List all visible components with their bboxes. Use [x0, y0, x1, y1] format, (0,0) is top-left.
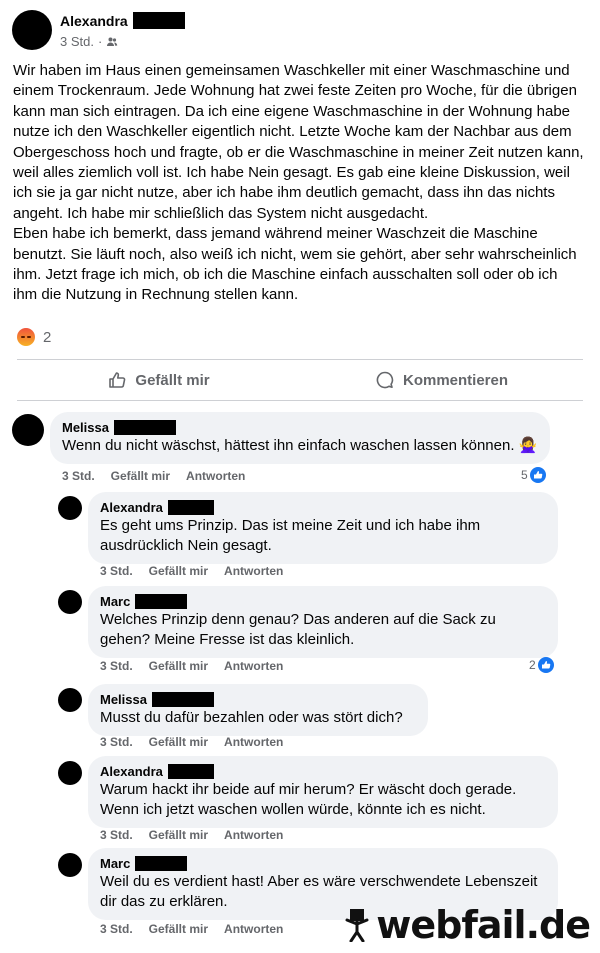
post-author-name[interactable]: Alexandra — [60, 13, 128, 29]
post-meta: 3 Std. · — [60, 34, 118, 49]
comment-like-button[interactable]: Gefällt mir — [149, 922, 208, 936]
comment-like-button[interactable]: Gefällt mir — [149, 735, 208, 749]
comment-bubble: Alexandra Warum hackt ihr beide auf mir … — [88, 756, 558, 828]
comment-actions: 3 Std. Gefällt mir Antworten — [100, 735, 283, 749]
comment-author-name[interactable]: Melissa — [100, 692, 147, 707]
redacted-surname — [135, 594, 188, 610]
comment-author-name[interactable]: Alexandra — [100, 764, 163, 779]
redacted-surname — [151, 692, 214, 708]
redacted-surname — [167, 500, 214, 516]
avatar[interactable] — [58, 688, 82, 712]
watermark: webfail.de — [342, 903, 591, 947]
comment-like-button[interactable]: Gefällt mir — [111, 469, 170, 483]
comment-like-button[interactable]: Gefällt mir — [149, 659, 208, 673]
like-count: 5 — [521, 468, 528, 482]
like-button[interactable]: Gefällt mir — [17, 360, 300, 400]
like-button-label: Gefällt mir — [135, 371, 210, 389]
angry-reaction-icon — [17, 328, 35, 346]
comment-author[interactable]: Melissa — [100, 692, 416, 708]
like-badge-icon — [529, 467, 546, 483]
post-actions: Gefällt mir Kommentieren — [17, 360, 583, 400]
comment-time[interactable]: 3 Std. — [100, 659, 133, 673]
comment-author[interactable]: Alexandra — [100, 500, 546, 516]
comment-like-button[interactable]: Gefällt mir — [149, 564, 208, 578]
comment-button-label: Kommentieren — [402, 371, 509, 389]
comment-reply-button[interactable]: Antworten — [224, 828, 283, 842]
watermark-text: webfail.de — [376, 903, 591, 947]
avatar[interactable] — [58, 853, 82, 877]
comment-author[interactable]: Alexandra — [100, 764, 546, 780]
avatar[interactable] — [12, 10, 52, 50]
comment-icon — [376, 371, 394, 389]
comment-bubble: Marc Welches Prinzip denn genau? Das and… — [88, 586, 558, 658]
comment-bubble: Melissa Musst du dafür bezahlen oder was… — [88, 684, 428, 736]
comment-author-name[interactable]: Alexandra — [100, 500, 163, 515]
comment-author-name[interactable]: Melissa — [62, 420, 109, 435]
separator: · — [97, 34, 103, 49]
avatar[interactable] — [58, 590, 82, 614]
comment-actions: 3 Std. Gefällt mir Antworten — [100, 564, 283, 578]
post-text: Wir haben im Haus einen gemeinsamen Wasc… — [13, 62, 584, 304]
comment-time[interactable]: 3 Std. — [100, 828, 133, 842]
comment-text: Es geht ums Prinzip. Das ist meine Zeit … — [100, 517, 481, 554]
post-author[interactable]: Alexandra — [60, 12, 185, 30]
comment-author-name[interactable]: Marc — [100, 856, 130, 871]
comment-actions: 3 Std. Gefällt mir Antworten — [100, 922, 283, 936]
comment-text: Musst du dafür bezahlen oder was stört d… — [100, 709, 403, 726]
webfail-mascot-icon — [345, 909, 369, 942]
avatar[interactable] — [12, 414, 44, 446]
comment-reply-button[interactable]: Antworten — [186, 469, 245, 483]
post-header: Alexandra 3 Std. · — [12, 10, 572, 54]
comment-actions: 3 Std. Gefällt mir Antworten — [100, 828, 283, 842]
comment-reply-button[interactable]: Antworten — [224, 735, 283, 749]
redacted-surname — [113, 420, 176, 436]
comment-text: Welches Prinzip denn genau? Das anderen … — [100, 611, 496, 648]
like-count: 2 — [529, 658, 536, 672]
comment-author-name[interactable]: Marc — [100, 594, 130, 609]
comment-reply-button[interactable]: Antworten — [224, 564, 283, 578]
redacted-surname — [132, 12, 185, 30]
comment-like-count[interactable]: 2 — [529, 657, 554, 673]
avatar[interactable] — [58, 496, 82, 520]
comment-reply-button[interactable]: Antworten — [224, 922, 283, 936]
comment-reply-button[interactable]: Antworten — [224, 659, 283, 673]
comment-author[interactable]: Melissa — [62, 420, 538, 436]
comment-time[interactable]: 3 Std. — [100, 564, 133, 578]
friends-icon — [107, 37, 118, 46]
reaction-count: 2 — [43, 328, 52, 346]
comment-author[interactable]: Marc — [100, 856, 546, 872]
like-badge-icon — [537, 657, 554, 673]
comment-button[interactable]: Kommentieren — [300, 360, 583, 400]
comment-time[interactable]: 3 Std. — [100, 922, 133, 936]
avatar[interactable] — [58, 761, 82, 785]
comment-time[interactable]: 3 Std. — [100, 735, 133, 749]
divider — [17, 400, 583, 401]
comment-actions: 3 Std. Gefällt mir Antworten — [100, 659, 283, 673]
reaction-summary[interactable]: 2 — [17, 328, 51, 346]
comment-like-button[interactable]: Gefällt mir — [149, 828, 208, 842]
comment-time[interactable]: 3 Std. — [62, 469, 95, 483]
thumbs-up-icon — [109, 372, 126, 388]
comment-text: Warum hackt ihr beide auf mir herum? Er … — [100, 781, 517, 818]
post-time[interactable]: 3 Std. — [60, 34, 94, 49]
comment-bubble: Melissa Wenn du nicht wäschst, hättest i… — [50, 412, 550, 464]
redacted-surname — [135, 856, 188, 872]
comment-actions: 3 Std. Gefällt mir Antworten — [62, 469, 245, 483]
comment-like-count[interactable]: 5 — [521, 467, 546, 483]
redacted-surname — [167, 764, 214, 780]
comment-bubble: Alexandra Es geht ums Prinzip. Das ist m… — [88, 492, 558, 564]
comment-text: Wenn du nicht wäschst, hättest ihn einfa… — [62, 437, 538, 454]
comment-author[interactable]: Marc — [100, 594, 546, 610]
